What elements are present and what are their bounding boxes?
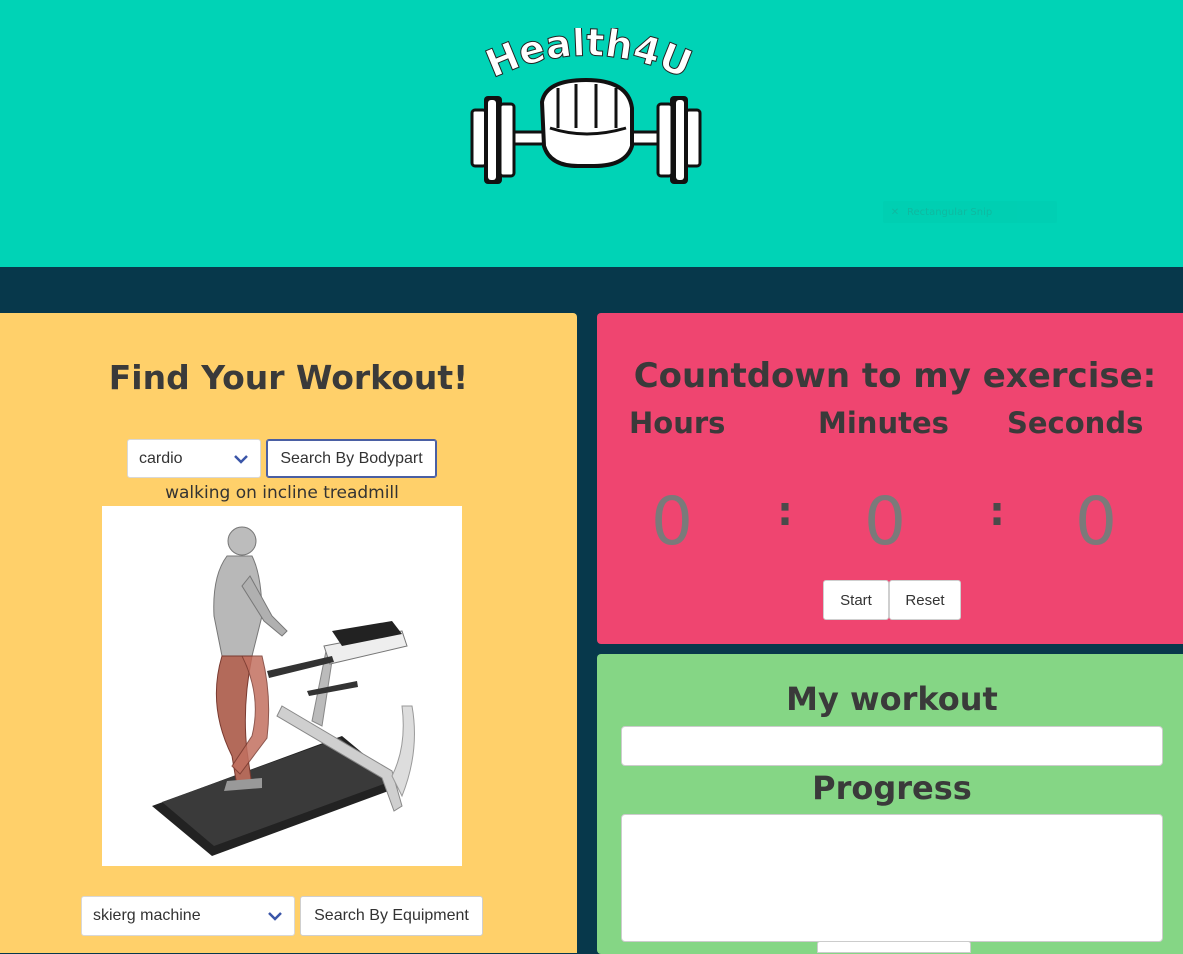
countdown-panel: Countdown to my exercise: Hours Minutes … bbox=[597, 313, 1183, 644]
hours-label: Hours bbox=[629, 406, 726, 440]
chevron-down-icon bbox=[234, 454, 248, 464]
workout-input[interactable] bbox=[621, 726, 1163, 766]
progress-title: Progress bbox=[812, 769, 972, 807]
search-by-equipment-button[interactable]: Search By Equipment bbox=[300, 896, 483, 936]
seconds-value: 0 bbox=[1075, 483, 1117, 560]
treadmill-runner-icon bbox=[152, 526, 415, 856]
search-by-bodypart-button[interactable]: Search By Bodypart bbox=[266, 439, 437, 478]
hours-value: 0 bbox=[651, 483, 693, 560]
time-separator: : bbox=[777, 489, 793, 535]
progress-textarea[interactable] bbox=[621, 814, 1163, 942]
find-workout-panel: Find Your Workout! cardio Search By Body… bbox=[0, 313, 577, 953]
logo-text: Health4U bbox=[479, 28, 698, 87]
reset-button[interactable]: Reset bbox=[889, 580, 961, 620]
exercise-image bbox=[102, 506, 462, 866]
find-workout-title: Find Your Workout! bbox=[108, 358, 469, 397]
snip-search-text: Rectangular Snip bbox=[907, 206, 993, 218]
close-icon: ✕ bbox=[890, 206, 900, 218]
health4u-logo[interactable]: Health4U bbox=[466, 28, 706, 193]
time-separator: : bbox=[989, 489, 1005, 535]
minutes-value: 0 bbox=[864, 483, 906, 560]
bodypart-select-value: cardio bbox=[139, 449, 183, 467]
countdown-title: Countdown to my exercise: bbox=[633, 356, 1157, 396]
my-workout-title: My workout bbox=[786, 680, 998, 718]
start-button[interactable]: Start bbox=[823, 580, 889, 620]
bodypart-select[interactable]: cardio bbox=[127, 439, 261, 478]
equipment-select[interactable]: skierg machine bbox=[81, 896, 295, 936]
snip-search-overlay: ✕ Rectangular Snip bbox=[883, 201, 1057, 223]
equipment-select-value: skierg machine bbox=[93, 907, 201, 924]
chevron-down-icon bbox=[268, 912, 282, 921]
svg-text:Health4U: Health4U bbox=[480, 28, 698, 86]
seconds-label: Seconds bbox=[1007, 406, 1144, 440]
site-header: Health4U ✕ Rectangular Snip bbox=[0, 0, 1183, 267]
exercise-name: walking on incline treadmill bbox=[165, 483, 399, 503]
save-button[interactable] bbox=[817, 941, 971, 953]
my-workout-panel: My workout Progress bbox=[597, 654, 1183, 954]
minutes-label: Minutes bbox=[818, 406, 949, 440]
